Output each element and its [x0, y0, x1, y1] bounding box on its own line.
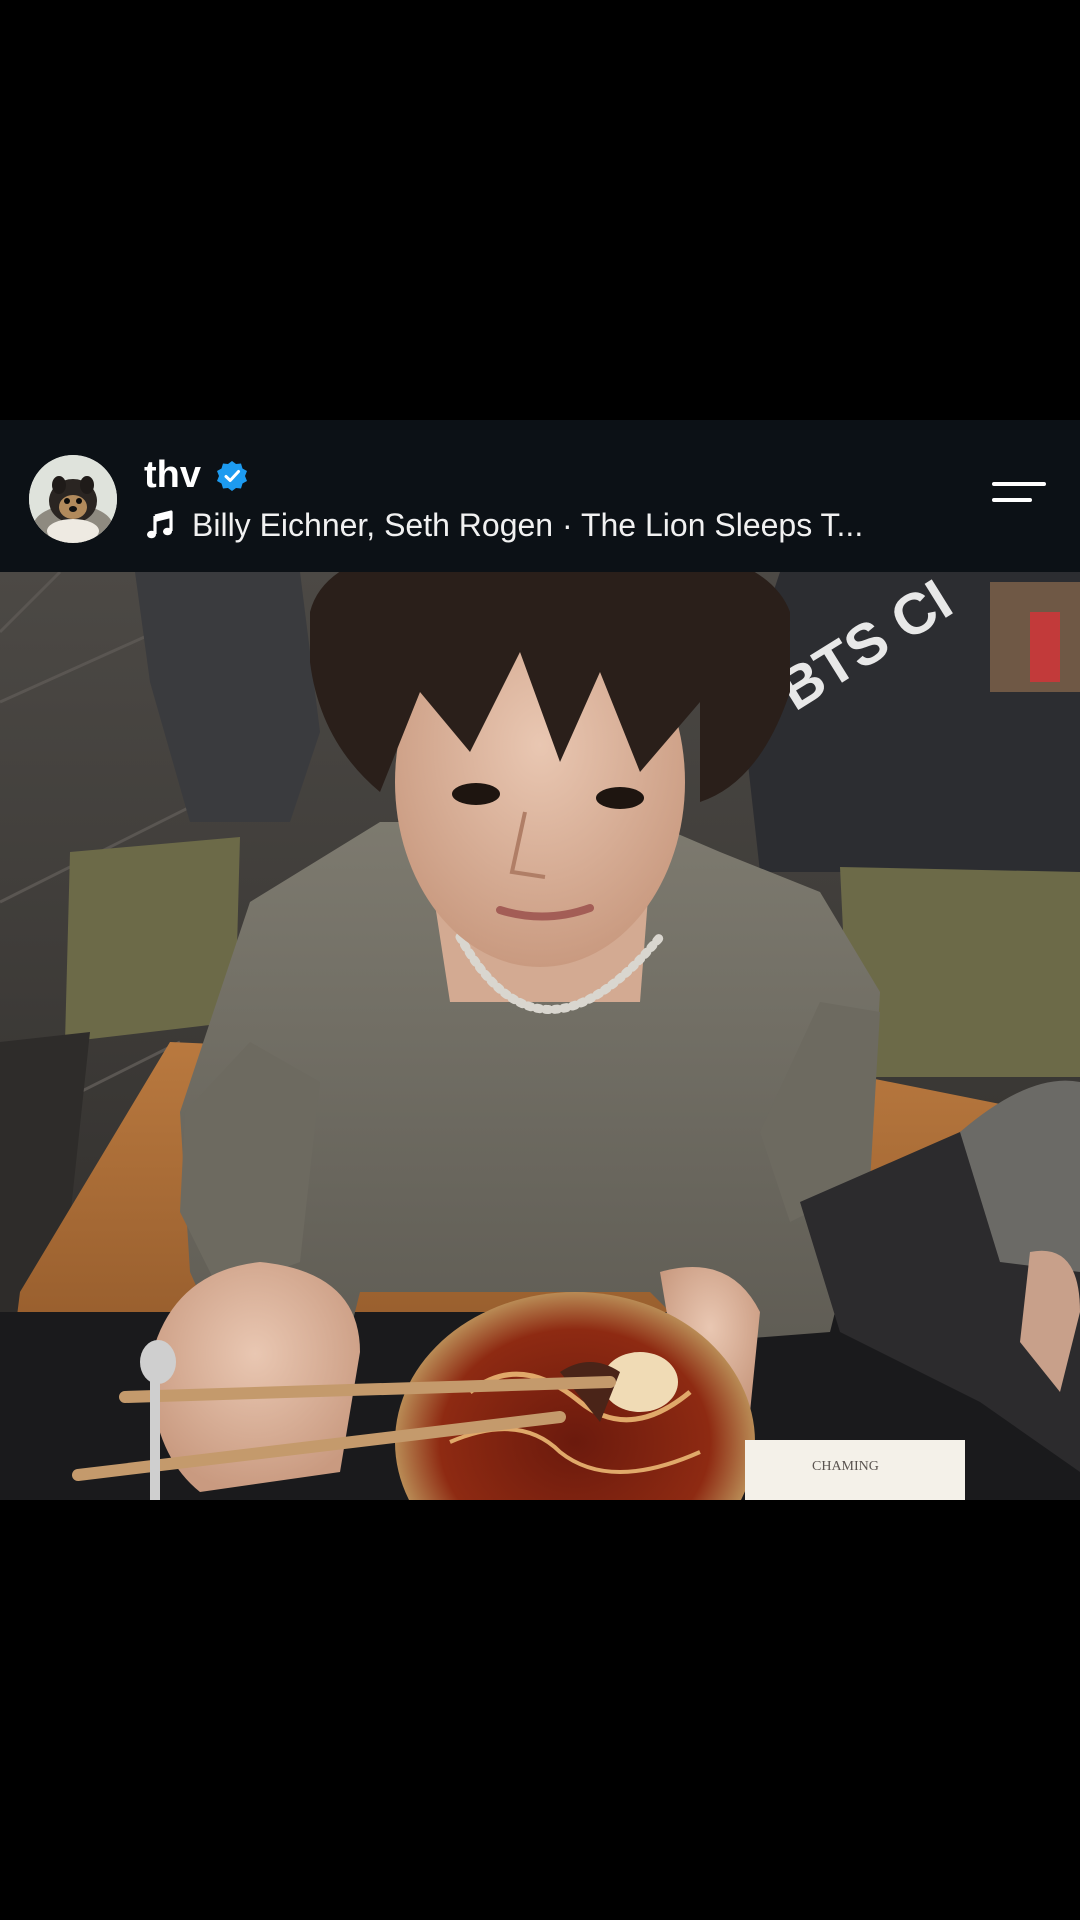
bottom-letterbox [0, 1500, 1080, 1920]
verified-badge-icon [217, 461, 247, 491]
audio-track-label[interactable]: Billy Eichner, Seth Rogen · The Lion Sle… [192, 503, 932, 547]
photo-image: BTS CI CHAMING [0, 572, 1080, 1500]
top-letterbox [0, 0, 1080, 420]
music-note-icon [147, 510, 173, 539]
menu-icon [992, 482, 1046, 486]
avatar-image [29, 455, 117, 543]
username[interactable]: thv [144, 451, 201, 499]
menu-button[interactable] [980, 470, 1058, 530]
avatar[interactable] [29, 455, 117, 543]
post-photo[interactable]: BTS CI CHAMING [0, 572, 1080, 1500]
svg-text:CHAMING: CHAMING [812, 1459, 879, 1474]
menu-icon-bar [992, 498, 1032, 502]
